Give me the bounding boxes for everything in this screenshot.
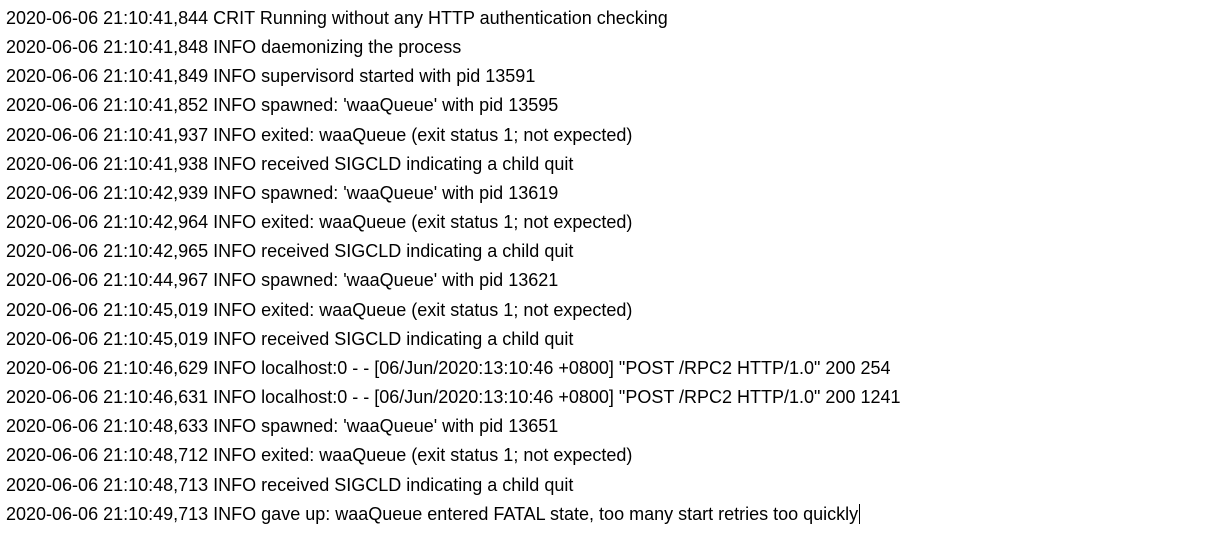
log-line: 2020-06-06 21:10:41,848 INFO daemonizing… [6,33,1219,62]
log-line: 2020-06-06 21:10:48,633 INFO spawned: 'w… [6,412,1219,441]
log-line: 2020-06-06 21:10:41,849 INFO supervisord… [6,62,1219,91]
log-line: 2020-06-06 21:10:48,713 INFO received SI… [6,471,1219,500]
log-line: 2020-06-06 21:10:42,939 INFO spawned: 'w… [6,179,1219,208]
log-line: 2020-06-06 21:10:46,631 INFO localhost:0… [6,383,1219,412]
log-line: 2020-06-06 21:10:41,937 INFO exited: waa… [6,121,1219,150]
log-line: 2020-06-06 21:10:46,629 INFO localhost:0… [6,354,1219,383]
log-line: 2020-06-06 21:10:44,967 INFO spawned: 'w… [6,266,1219,295]
log-line: 2020-06-06 21:10:49,713 INFO gave up: wa… [6,500,1219,529]
log-line: 2020-06-06 21:10:42,964 INFO exited: waa… [6,208,1219,237]
log-output: 2020-06-06 21:10:41,844 CRIT Running wit… [6,4,1219,529]
log-line: 2020-06-06 21:10:41,844 CRIT Running wit… [6,4,1219,33]
log-line: 2020-06-06 21:10:41,938 INFO received SI… [6,150,1219,179]
log-line: 2020-06-06 21:10:45,019 INFO received SI… [6,325,1219,354]
log-line: 2020-06-06 21:10:42,965 INFO received SI… [6,237,1219,266]
log-line: 2020-06-06 21:10:45,019 INFO exited: waa… [6,296,1219,325]
log-line: 2020-06-06 21:10:48,712 INFO exited: waa… [6,441,1219,470]
log-line: 2020-06-06 21:10:41,852 INFO spawned: 'w… [6,91,1219,120]
